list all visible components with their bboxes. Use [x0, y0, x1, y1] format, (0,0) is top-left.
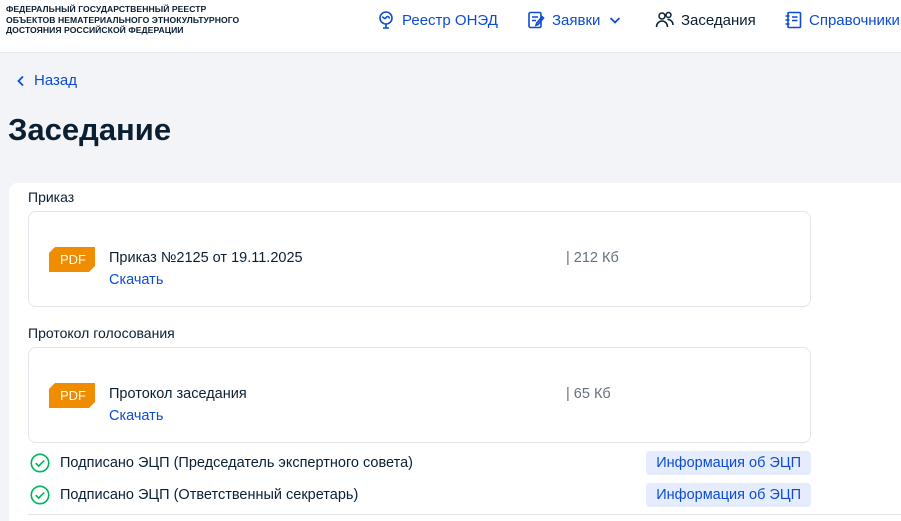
signature-info-button[interactable]: Информация об ЭЦП	[646, 451, 811, 475]
application-icon	[528, 11, 545, 29]
order-document-card: PDF Приказ №2125 от 19.11.2025 Скачать |…	[28, 211, 811, 307]
protocol-file-size: | 65 Кб	[566, 386, 611, 402]
reference-icon	[785, 11, 802, 29]
check-circle-icon	[30, 453, 50, 473]
order-section-label: Приказ	[28, 189, 75, 205]
protocol-section-label: Протокол голосования	[28, 325, 175, 341]
pdf-badge-label: PDF	[60, 252, 86, 267]
back-label: Назад	[34, 72, 77, 89]
order-download-link[interactable]: Скачать	[109, 272, 163, 288]
pdf-badge-label: PDF	[60, 388, 86, 403]
nav-applications-label: Заявки	[552, 11, 601, 29]
chevron-left-icon	[17, 75, 24, 86]
protocol-document-name: Протокол заседания	[109, 386, 247, 402]
protocol-download-link[interactable]: Скачать	[109, 408, 163, 424]
logo-line-3: ДОСТОЯНИЯ РОССИЙСКОЙ ФЕДЕРАЦИИ	[6, 25, 184, 36]
order-file-size: | 212 Кб	[566, 250, 619, 266]
order-document-name: Приказ №2125 от 19.11.2025	[109, 250, 303, 266]
divider	[28, 514, 901, 515]
signature-status-text: Подписано ЭЦП (Ответственный секретарь)	[60, 487, 359, 503]
signature-info-button[interactable]: Информация об ЭЦП	[646, 483, 811, 507]
check-circle-icon	[30, 485, 50, 505]
nav-item-meetings[interactable]: Заседания	[655, 0, 756, 40]
logo-line-2: ОБЪЕКТОВ НЕМАТЕРИАЛЬНОГО ЭТНОКУЛЬТУРНОГО	[6, 14, 240, 25]
nav-item-applications[interactable]: Заявки	[526, 0, 622, 40]
signature-row-chairman: Подписано ЭЦП (Председатель экспертного …	[30, 451, 811, 475]
nav-references-label: Справочники	[809, 11, 900, 29]
nav-registry-label: Реестр ОНЭД	[402, 11, 498, 29]
top-header: ФЕДЕРАЛЬНЫЙ ГОСУДАРСТВЕННЫЙ РЕЕСТР ОБЪЕК…	[0, 0, 901, 53]
globe-icon	[379, 11, 393, 29]
signature-status-text: Подписано ЭЦП (Председатель экспертного …	[60, 455, 413, 471]
people-icon	[655, 11, 674, 28]
nav-item-registry[interactable]: Реестр ОНЭД	[376, 0, 498, 40]
nav-item-references[interactable]: Справочники	[783, 0, 900, 40]
back-link[interactable]: Назад	[16, 72, 77, 89]
page-title: Заседание	[8, 112, 172, 147]
nav-meetings-label: Заседания	[681, 11, 756, 29]
protocol-document-card: PDF Протокол заседания Скачать | 65 Кб	[28, 347, 811, 443]
site-logo[interactable]: ФЕДЕРАЛЬНЫЙ ГОСУДАРСТВЕННЫЙ РЕЕСТР ОБЪЕК…	[6, 4, 266, 36]
chevron-down-icon	[610, 17, 621, 24]
logo-line-1: ФЕДЕРАЛЬНЫЙ ГОСУДАРСТВЕННЫЙ РЕЕСТР	[6, 4, 207, 14]
signature-row-secretary: Подписано ЭЦП (Ответственный секретарь) …	[30, 483, 811, 507]
